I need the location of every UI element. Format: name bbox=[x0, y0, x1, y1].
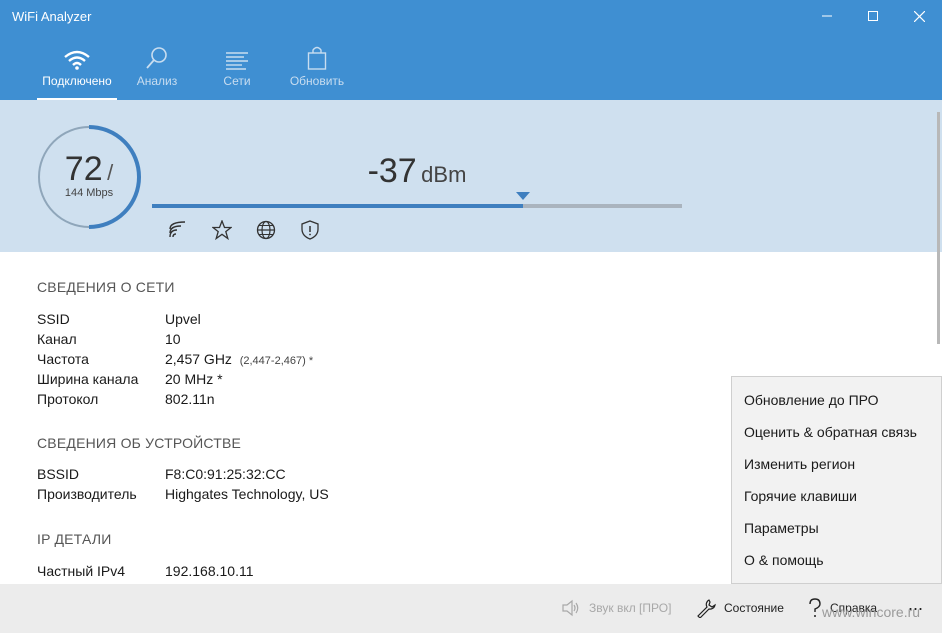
maximize-button[interactable] bbox=[850, 0, 896, 32]
maximize-icon bbox=[868, 11, 878, 21]
row-key: Протокол bbox=[37, 391, 99, 407]
close-icon bbox=[913, 10, 925, 22]
menu-item-feedback[interactable]: Оценить & обратная связь bbox=[744, 424, 917, 440]
row-value: 10 bbox=[165, 331, 181, 347]
sound-label: Звук вкл [ПРО] bbox=[589, 601, 672, 615]
magnifier-icon bbox=[145, 44, 169, 70]
globe-icon[interactable] bbox=[254, 220, 278, 240]
window-title: WiFi Analyzer bbox=[12, 9, 92, 24]
row-key: Производитель bbox=[37, 486, 137, 502]
row-key: Ширина канала bbox=[37, 371, 139, 387]
tab-connected[interactable]: Подключено bbox=[37, 32, 117, 100]
signal-strength-icon[interactable] bbox=[166, 220, 190, 240]
scrollbar[interactable] bbox=[937, 112, 940, 344]
speaker-icon bbox=[561, 599, 581, 617]
status-button[interactable]: Состояние bbox=[696, 598, 784, 618]
frequency-range: (2,447-2,467) * bbox=[239, 355, 314, 367]
signal-strength: -37 dBm bbox=[152, 152, 682, 191]
section-ip-heading: IP ДЕТАЛИ bbox=[37, 531, 112, 547]
dbm-unit: dBm bbox=[421, 162, 467, 187]
shopping-bag-icon bbox=[307, 44, 327, 70]
row-key: Частота bbox=[37, 351, 89, 367]
command-bar: Звук вкл [ПРО] Состояние Справка ... bbox=[0, 584, 942, 633]
row-value: F8:C0:91:25:32:CC bbox=[165, 466, 286, 482]
title-bar: WiFi Analyzer bbox=[0, 0, 942, 32]
link-speed: 72 / 144 Mbps bbox=[36, 150, 142, 199]
row-key: Частный IPv4 bbox=[37, 563, 126, 579]
close-button[interactable] bbox=[896, 0, 942, 32]
list-icon bbox=[225, 44, 249, 70]
tab-label: Обновить bbox=[289, 74, 345, 88]
row-key: Канал bbox=[37, 331, 77, 347]
signal-panel: 72 / 144 Mbps -37 dBm bbox=[0, 100, 942, 252]
section-device-heading: СВЕДЕНИЯ ОБ УСТРОЙСТВЕ bbox=[37, 435, 242, 451]
section-network-heading: СВЕДЕНИЯ О СЕТИ bbox=[37, 279, 175, 295]
signal-actions bbox=[166, 220, 322, 240]
row-value: 802.11n bbox=[165, 391, 215, 407]
row-value: 20 MHz * bbox=[165, 371, 223, 387]
signal-bar bbox=[152, 192, 682, 208]
menu-item-settings[interactable]: Параметры bbox=[744, 520, 819, 536]
minimize-button[interactable] bbox=[804, 0, 850, 32]
minimize-icon bbox=[822, 15, 832, 17]
wrench-icon bbox=[696, 598, 716, 618]
wifi-icon bbox=[64, 44, 90, 70]
tab-analysis[interactable]: Анализ bbox=[117, 32, 197, 100]
tab-label: Сети bbox=[223, 74, 251, 88]
shield-icon[interactable] bbox=[298, 220, 322, 240]
dbm-value: -37 bbox=[367, 152, 417, 190]
signal-marker bbox=[516, 192, 530, 200]
row-value: Upvel bbox=[165, 311, 201, 327]
tab-networks[interactable]: Сети bbox=[197, 32, 277, 100]
row-value: 2,457 GHz bbox=[165, 351, 232, 367]
link-speed-value: 72 bbox=[64, 150, 103, 188]
sound-button[interactable]: Звук вкл [ПРО] bbox=[561, 598, 671, 618]
menu-item-change-region[interactable]: Изменить регион bbox=[744, 456, 855, 472]
max-speed: 144 Mbps bbox=[64, 187, 114, 199]
status-label: Состояние bbox=[724, 601, 784, 615]
tab-upgrade[interactable]: Обновить bbox=[277, 32, 357, 100]
tab-label: Анализ bbox=[136, 74, 178, 88]
row-key: BSSID bbox=[37, 466, 80, 482]
signal-bar-fill bbox=[152, 204, 523, 208]
row-key: SSID bbox=[37, 311, 70, 327]
menu-item-upgrade[interactable]: Обновление до ПРО bbox=[744, 392, 879, 408]
link-speed-slash: / bbox=[107, 160, 114, 185]
menu-item-hotkeys[interactable]: Горячие клавиши bbox=[744, 488, 857, 504]
row-value-wrap: 2,457 GHz (2,447-2,467) * bbox=[165, 351, 313, 367]
nav-bar: Подключено Анализ Сети Обновить bbox=[0, 32, 942, 100]
menu-item-about[interactable]: О & помощь bbox=[744, 552, 824, 568]
tab-label: Подключено bbox=[42, 74, 112, 88]
row-value: Highgates Technology, US bbox=[165, 486, 329, 502]
row-value: 192.168.10.11 bbox=[165, 563, 254, 579]
overflow-menu: Обновление до ПРО Оценить & обратная свя… bbox=[731, 376, 942, 584]
watermark: www.wincore.ru bbox=[822, 604, 921, 620]
star-icon[interactable] bbox=[210, 220, 234, 240]
question-icon bbox=[808, 598, 822, 618]
